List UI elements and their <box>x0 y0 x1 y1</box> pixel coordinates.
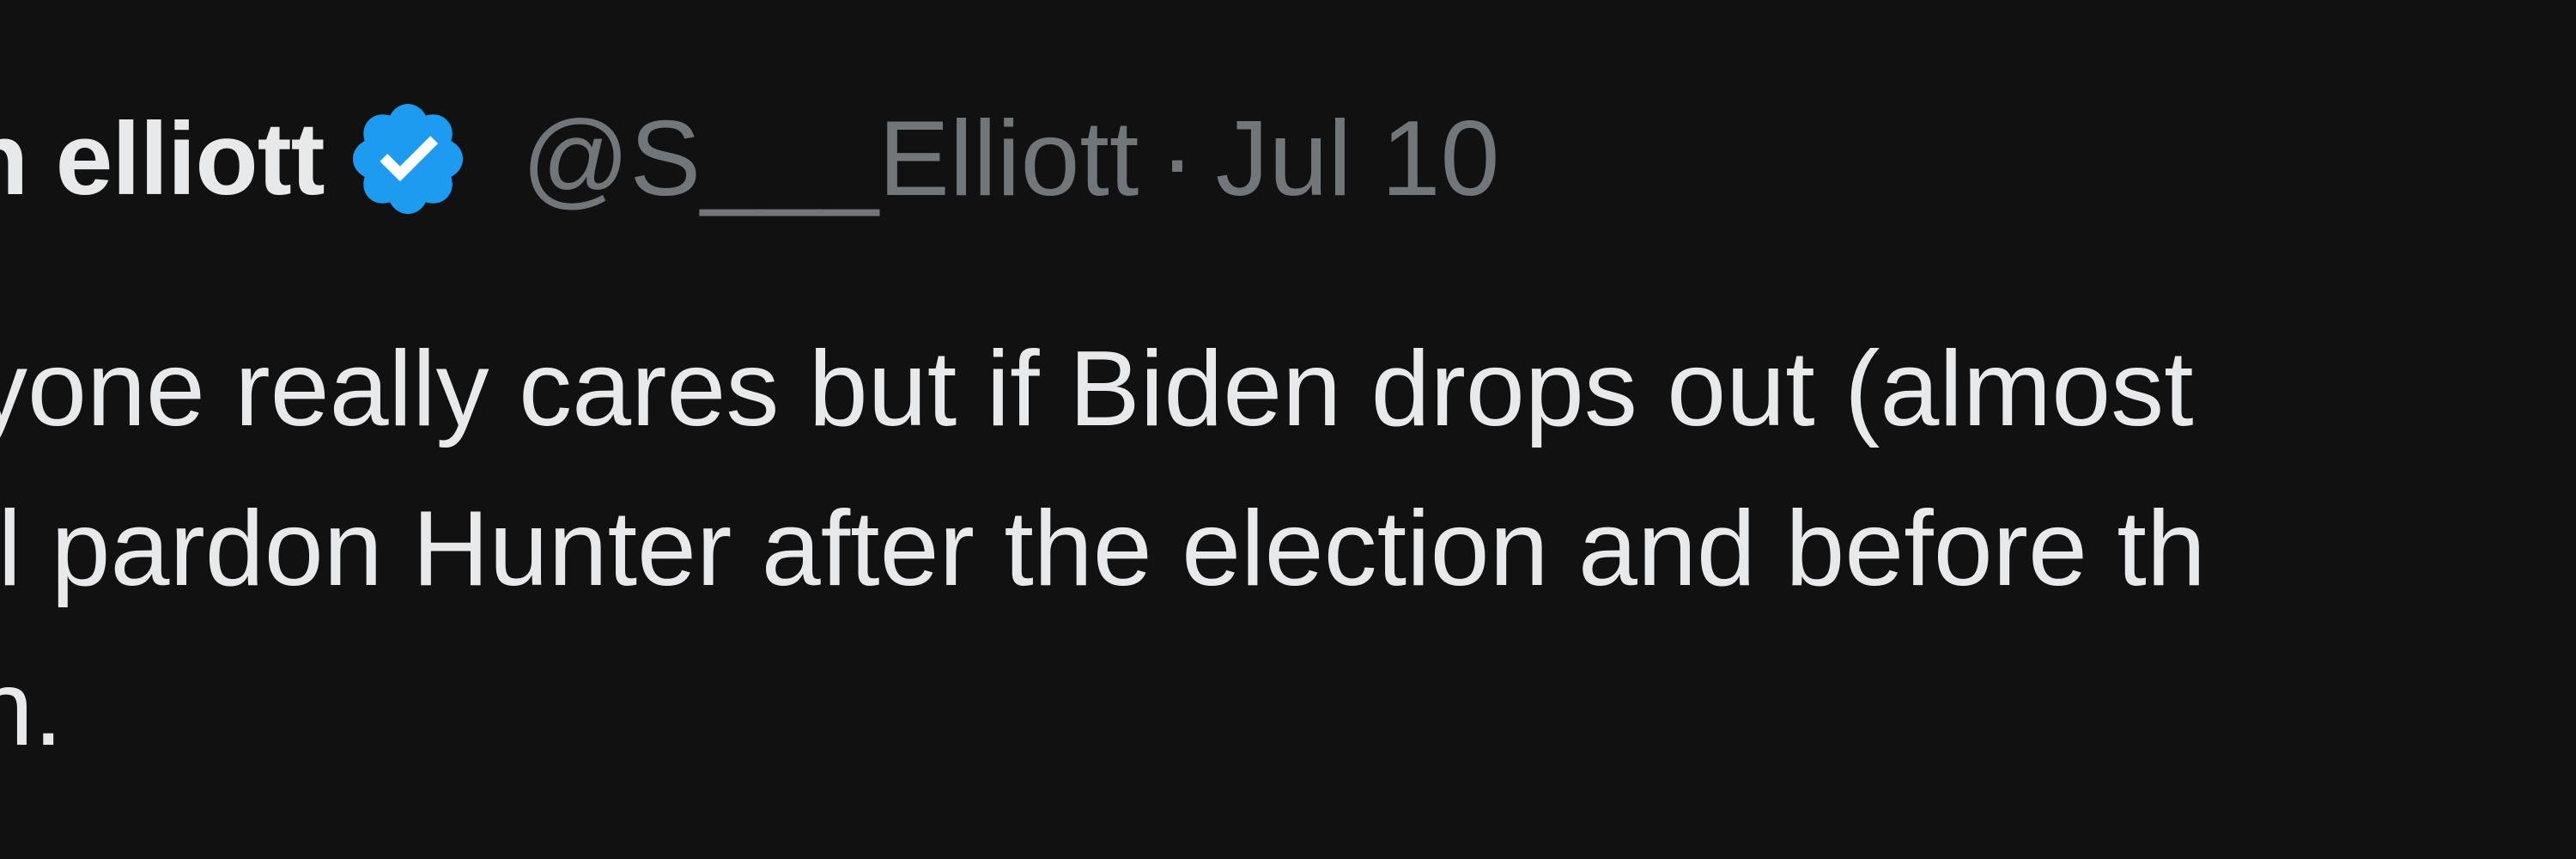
tweet-text-line: n. <box>0 649 64 768</box>
tweet-text-line: ll pardon Hunter after the election and … <box>0 490 2206 608</box>
display-name[interactable]: n elliott <box>0 100 325 218</box>
tweet-body: yone really cares but if Biden drops out… <box>0 309 2576 789</box>
tweet: n elliott @S___Elliott · Jul 10 yone rea… <box>0 0 2576 859</box>
verified-badge-icon[interactable] <box>343 94 472 223</box>
tweet-date[interactable]: Jul 10 <box>1216 98 1500 220</box>
tweet-text-line: yone really cares but if Biden drops out… <box>0 330 2194 448</box>
user-handle[interactable]: @S___Elliott <box>522 98 1139 220</box>
tweet-header: n elliott @S___Elliott · Jul 10 <box>0 82 1500 236</box>
meta-separator: · <box>1159 100 1195 218</box>
